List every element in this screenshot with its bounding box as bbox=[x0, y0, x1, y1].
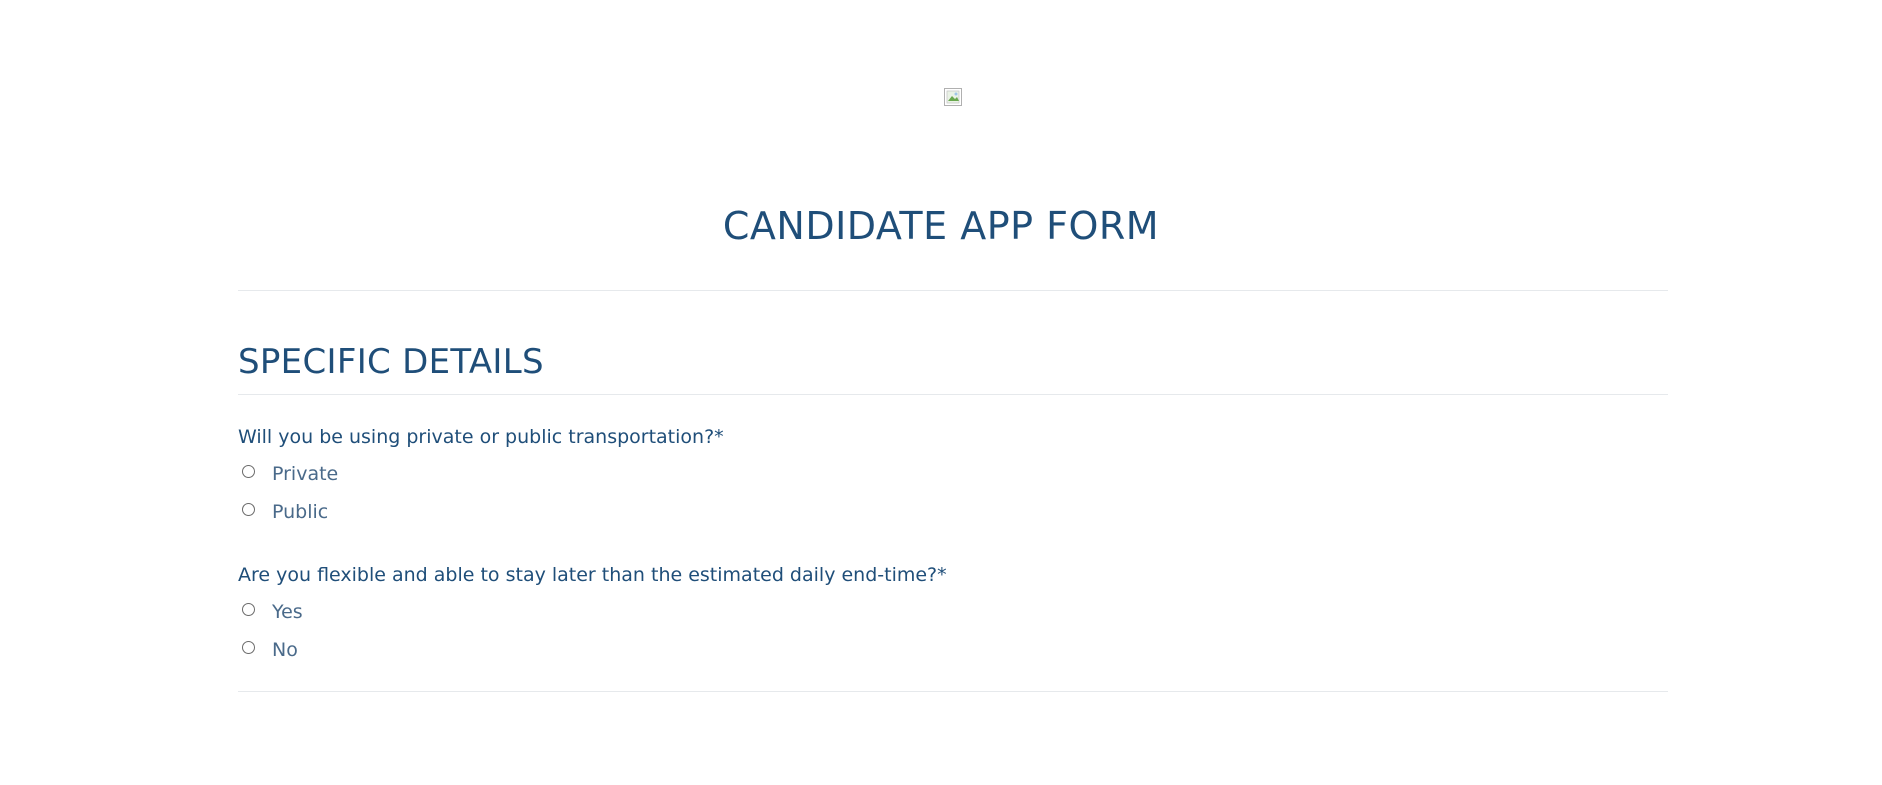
title-divider bbox=[238, 290, 1668, 291]
section-title: SPECIFIC DETAILS bbox=[238, 342, 544, 382]
no-radio[interactable] bbox=[242, 640, 255, 654]
flexibility-option-yes[interactable]: Yes bbox=[242, 600, 303, 624]
public-label: Public bbox=[272, 501, 329, 523]
form-title: CANDIDATE APP FORM bbox=[722, 204, 1160, 248]
no-label: No bbox=[272, 639, 298, 661]
transportation-option-private[interactable]: Private bbox=[242, 462, 338, 486]
transportation-question-label: Will you be using private or public tran… bbox=[238, 426, 724, 448]
private-radio[interactable] bbox=[242, 464, 255, 478]
broken-image-icon bbox=[944, 88, 964, 108]
public-radio[interactable] bbox=[242, 502, 255, 516]
flexibility-option-no[interactable]: No bbox=[242, 638, 298, 662]
private-label: Private bbox=[272, 463, 339, 485]
flexibility-question-label: Are you flexible and able to stay later … bbox=[238, 564, 947, 586]
bottom-divider bbox=[238, 691, 1668, 692]
section-divider bbox=[238, 394, 1668, 395]
transportation-option-public[interactable]: Public bbox=[242, 500, 328, 524]
yes-radio[interactable] bbox=[242, 602, 255, 616]
yes-label: Yes bbox=[272, 601, 303, 623]
page: CANDIDATE APP FORM SPECIFIC DETAILS Will… bbox=[0, 0, 1882, 785]
